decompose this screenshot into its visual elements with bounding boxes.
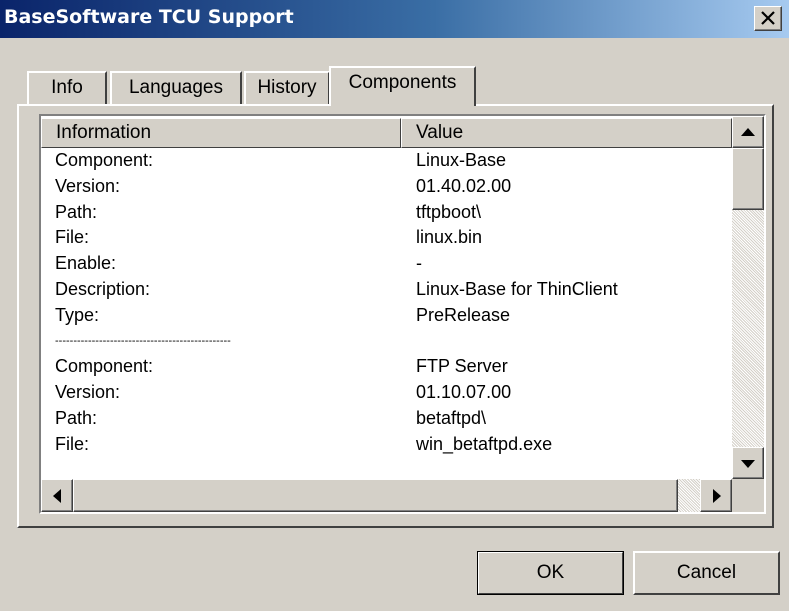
list-item[interactable]: Version: 01.40.02.00 [41, 174, 731, 200]
value-cell: linux.bin [416, 227, 483, 248]
tab-languages[interactable]: Languages [110, 71, 242, 104]
list-item[interactable]: Version: 01.10.07.00 [41, 380, 731, 406]
window-title: BaseSoftware TCU Support [4, 6, 294, 28]
value-cell: betaftpd\ [416, 407, 487, 428]
title-bar[interactable]: BaseSoftware TCU Support [0, 0, 789, 38]
value-cell: win_betaftpd.exe [416, 433, 553, 454]
info-cell: Enable: [55, 253, 117, 274]
tab-history[interactable]: History [244, 71, 330, 104]
close-icon [761, 11, 775, 25]
components-list[interactable]: Information Value Component: Linux-Base V… [39, 114, 766, 514]
value-cell: Linux-Base for ThinClient [416, 278, 618, 299]
list-item[interactable]: Path: betaftpd\ [41, 406, 731, 432]
arrow-down-icon [741, 460, 755, 468]
ok-button-label: OK [536, 562, 565, 583]
list-item[interactable]: Path: tftpboot\ [41, 200, 731, 226]
scrollbar-corner [732, 479, 764, 512]
value-cell: 01.10.07.00 [416, 382, 512, 403]
value-cell: - [416, 253, 422, 274]
list-item[interactable]: Component: FTP Server [41, 354, 731, 380]
tab-info-label: Info [51, 77, 83, 98]
list-rows: Component: Linux-Base Version: 01.40.02.00… [41, 148, 731, 458]
info-cell: Path: [55, 407, 98, 428]
info-cell: File: [55, 227, 90, 248]
value-cell: Linux-Base [416, 150, 507, 170]
list-item[interactable]: Enable: - [41, 251, 731, 277]
column-header-information-label: Information [56, 122, 152, 143]
horizontal-scroll-thumb[interactable] [73, 479, 678, 512]
column-header-information[interactable]: Information [41, 118, 401, 148]
info-cell: Type: [55, 304, 100, 325]
arrow-up-icon [741, 128, 755, 136]
scroll-up-button[interactable] [732, 116, 764, 148]
info-cell: Path: [55, 201, 98, 222]
list-item[interactable]: File: win_betaftpd.exe [41, 432, 731, 458]
scroll-left-button[interactable] [41, 479, 73, 512]
value-cell: 01.40.02.00 [416, 175, 512, 196]
scroll-right-button[interactable] [700, 479, 732, 512]
info-cell: File: [55, 433, 90, 454]
value-cell: FTP Server [416, 356, 508, 377]
tab-components[interactable]: Components [329, 66, 476, 106]
tab-info[interactable]: Info [27, 71, 107, 104]
info-cell: Component: [55, 356, 154, 377]
ok-button[interactable]: OK [477, 551, 624, 595]
horizontal-scrollbar[interactable] [41, 479, 732, 512]
list-item[interactable]: Type: PreRelease [41, 303, 731, 329]
dialog-window: BaseSoftware TCU Support Info Languages … [0, 0, 789, 611]
value-cell: tftpboot\ [416, 201, 482, 222]
vertical-scroll-thumb[interactable] [732, 148, 764, 210]
tab-languages-label: Languages [128, 77, 224, 98]
info-cell: Version: [55, 175, 121, 196]
list-item[interactable]: ----------------------------------------… [41, 329, 731, 355]
arrow-right-icon [713, 489, 721, 503]
tab-components-label: Components [348, 72, 457, 93]
column-header-value-label: Value [416, 122, 464, 143]
vertical-scrollbar[interactable] [732, 116, 764, 479]
info-cell: Description: [55, 278, 151, 299]
arrow-left-icon [53, 489, 61, 503]
info-cell: Version: [55, 382, 121, 403]
tab-history-label: History [257, 77, 317, 98]
list-item[interactable]: Component: Linux-Base [41, 148, 731, 174]
cancel-button-label: Cancel [676, 562, 737, 583]
close-button[interactable] [754, 6, 782, 31]
cancel-button[interactable]: Cancel [633, 551, 780, 595]
info-cell: Component: [55, 150, 154, 170]
list-item[interactable]: Description: Linux-Base for ThinClient [41, 277, 731, 303]
separator-cell: ----------------------------------------… [55, 334, 231, 347]
scroll-down-button[interactable] [732, 447, 764, 479]
value-cell: PreRelease [416, 304, 511, 325]
list-item[interactable]: File: linux.bin [41, 225, 731, 251]
column-header-value[interactable]: Value [401, 118, 732, 148]
